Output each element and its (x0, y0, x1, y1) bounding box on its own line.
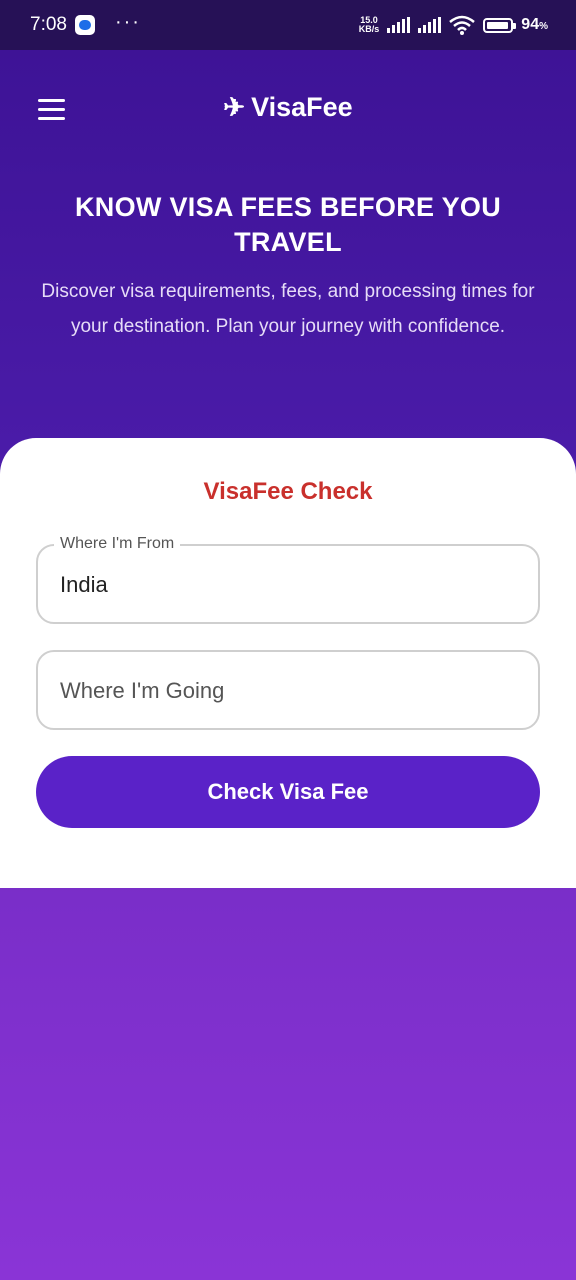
status-time: 7:08 (30, 14, 67, 35)
origin-country-field[interactable]: Where I'm From India (36, 534, 540, 624)
battery-percent: 94% (521, 16, 548, 33)
destination-country-field[interactable]: Where I'm Going (36, 650, 540, 730)
message-app-icon (74, 15, 95, 35)
signal-icon (387, 17, 411, 33)
wifi-icon (449, 15, 476, 35)
app-bar: ✈ VisaFee (0, 50, 576, 170)
origin-field-value: India (60, 572, 108, 597)
brand-logo: ✈ VisaFee (0, 92, 576, 123)
hero-title: KNOW VISA FEES BEFORE YOU TRAVEL (74, 192, 502, 257)
check-visa-fee-button[interactable]: Check Visa Fee (36, 756, 540, 828)
signal-2-icon (418, 17, 442, 33)
card-title: VisaFee Check (203, 478, 373, 505)
hero-subtitle: Discover visa requirements, fees, and pr… (41, 281, 535, 337)
brand-name: VisaFee (251, 92, 353, 122)
network-speed: 15.0 KB/s (358, 15, 380, 34)
status-bar: 7:08 ··· 15.0 KB/s 94% (0, 0, 576, 50)
destination-field-placeholder: Where I'm Going (60, 678, 225, 703)
origin-field-label: Where I'm From (54, 534, 181, 554)
more-notifications-icon: ··· (114, 10, 141, 33)
airplane-icon: ✈ (223, 92, 246, 122)
visa-check-card: VisaFee Check Where I'm From India Where… (0, 438, 576, 888)
battery-icon (483, 17, 517, 33)
hero-section: KNOW VISA FEES BEFORE YOU TRAVEL Discove… (40, 190, 536, 344)
